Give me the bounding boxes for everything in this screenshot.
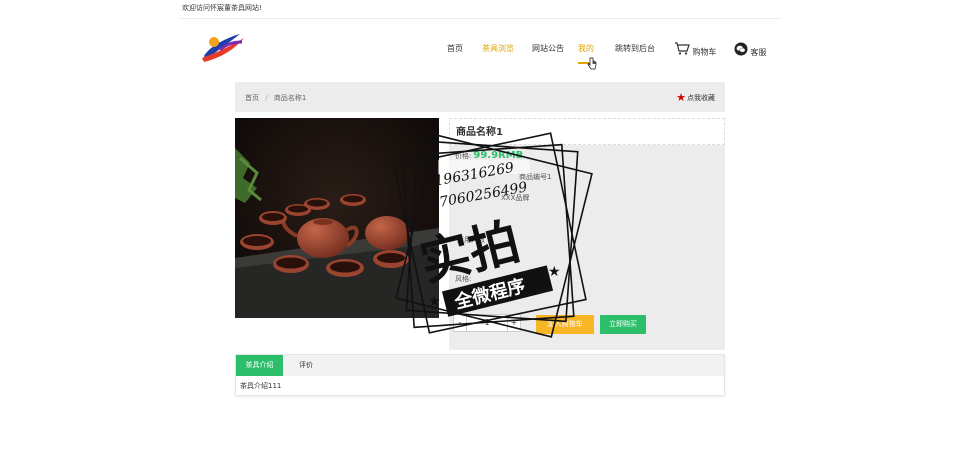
breadcrumb: 首页 / 商品名称1 ★点我收藏 [235,82,725,112]
product-image [235,118,439,318]
breadcrumb-current: 商品名称1 [273,94,307,102]
price-value: 99.9RMB [473,150,524,161]
tab-intro[interactable]: 茶具介绍 [236,355,283,376]
cart-icon [674,42,690,62]
welcome-text: 欢迎访问怀宸董茶具网站! [182,4,262,12]
qty-plus-button[interactable]: + [507,314,521,332]
nav-service[interactable]: 客服 [734,42,767,63]
product-code: 商品编号1 [519,173,552,181]
nav-item-home[interactable]: 首页 [447,40,463,58]
nav-item-browse[interactable]: 茶具浏览 [482,40,514,58]
tab-content: 茶具介绍111 [240,382,282,390]
favorite-button[interactable]: ★点我收藏 [676,82,715,114]
product-users: 适用人数 [457,236,485,244]
qty-minus-button[interactable]: - [453,314,467,332]
nav-item-mine-label: 我的 [578,44,594,53]
breadcrumb-separator: / [265,94,268,102]
nav-item-admin[interactable]: 跳转到后台 [615,40,655,58]
wechat-icon [734,42,748,63]
product-style: 风格: [455,275,472,283]
site-logo[interactable] [200,28,246,64]
mouse-cursor-icon [587,55,597,74]
product-brand: XXX品牌 [501,194,530,202]
nav-item-notice[interactable]: 网站公告 [532,40,564,58]
service-label: 客服 [750,48,767,57]
breadcrumb-home[interactable]: 首页 [245,94,259,102]
nav-cart[interactable]: 购物车 [674,42,717,62]
favorite-label: 点我收藏 [687,94,715,102]
tab-bar: 茶具介绍 评价 [236,355,724,376]
cart-label: 购物车 [692,47,717,57]
price-row: 价格: 99.9RMB [455,150,523,161]
detail-tabs: 茶具介绍 评价 茶具介绍111 [235,354,725,396]
tab-reviews[interactable]: 评价 [288,355,324,376]
buy-now-button[interactable]: 立即购买 [600,315,646,334]
add-to-cart-button[interactable]: 加入购物车 [536,315,594,334]
star-icon: ★ [676,91,686,104]
product-title: 商品名称1 [449,118,725,145]
price-label: 价格: [455,152,472,160]
qty-input[interactable]: 1 [467,314,507,332]
welcome-bar: 欢迎访问怀宸董茶具网站! [178,0,782,19]
